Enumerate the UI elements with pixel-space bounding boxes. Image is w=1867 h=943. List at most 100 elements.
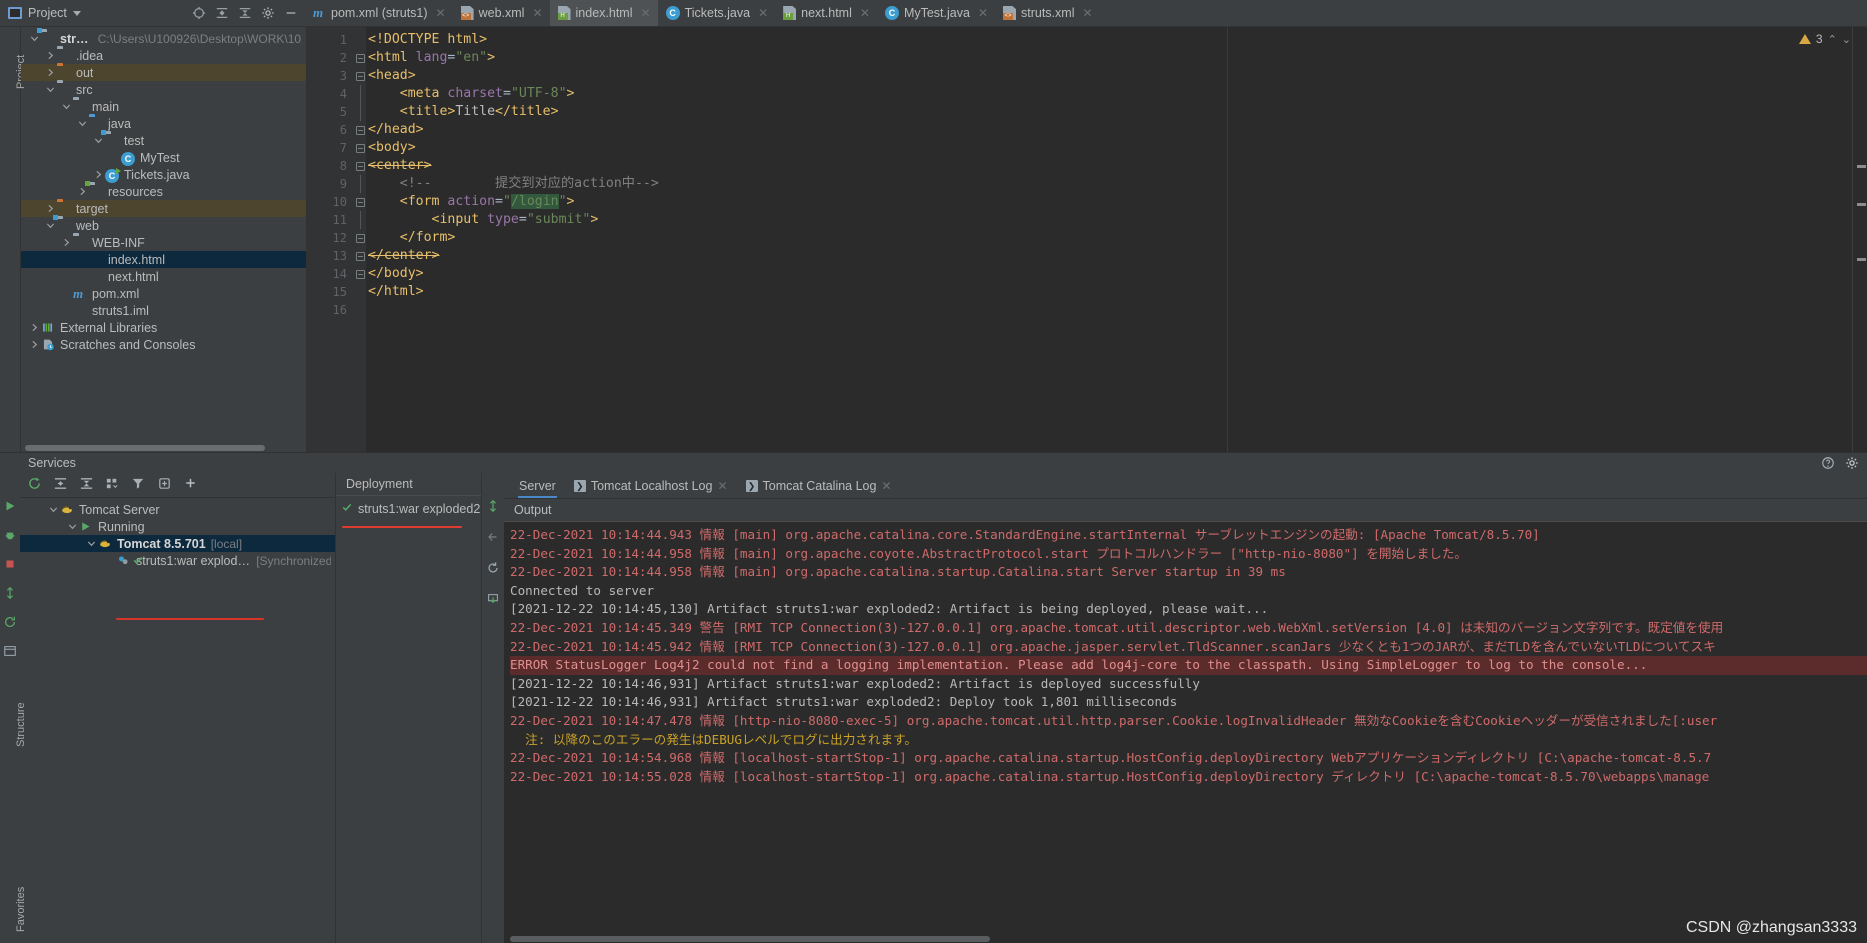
project-tree[interactable]: struts1 C:\Users\U100926\Desktop\WORK\10月… xyxy=(21,27,306,444)
inspection-widget[interactable]: 3 ⌃ ⌄ xyxy=(1798,32,1851,46)
project-tree-item-pom-xml[interactable]: m pom.xml xyxy=(21,285,306,302)
locate-icon[interactable] xyxy=(192,6,206,20)
chevron-down-icon[interactable] xyxy=(67,521,78,532)
code-line[interactable]: <form action="/login"> xyxy=(366,193,1852,211)
editor-tab-struts-xml[interactable]: <> struts.xml ✕ xyxy=(995,0,1100,26)
stop-icon[interactable] xyxy=(3,557,17,574)
project-tree-item-index-html[interactable]: Hindex.html xyxy=(21,251,306,268)
settings-gear-icon[interactable] xyxy=(1845,456,1859,473)
project-tree-item--idea[interactable]: .idea xyxy=(21,47,306,64)
chevron-down-icon[interactable] xyxy=(77,118,88,129)
chevron-down-icon[interactable] xyxy=(61,101,72,112)
code-folding-column[interactable] xyxy=(354,27,366,452)
redeploy-icon[interactable] xyxy=(3,615,17,632)
deployment-item[interactable]: struts1:war exploded2 xyxy=(336,500,481,517)
chevron-down-icon[interactable] xyxy=(72,10,81,16)
close-icon[interactable]: ✕ xyxy=(758,6,768,20)
chevron-right-icon[interactable] xyxy=(77,186,88,197)
close-icon[interactable]: ✕ xyxy=(641,6,651,20)
services-tree-item-tomcat-8-5-701[interactable]: Tomcat 8.5.701 [local] xyxy=(20,535,335,552)
services-tree-item-running[interactable]: Running xyxy=(20,518,335,535)
code-line[interactable] xyxy=(366,301,1852,319)
chevron-down-icon[interactable] xyxy=(45,220,56,231)
fold-marker[interactable] xyxy=(354,49,366,67)
console-hscrollbar[interactable] xyxy=(504,935,1853,943)
fold-marker[interactable] xyxy=(354,193,366,211)
close-icon[interactable]: ✕ xyxy=(1082,6,1092,20)
collapse-all-icon[interactable] xyxy=(79,476,94,494)
output-tab-server[interactable]: Server xyxy=(510,473,565,498)
chevron-down-icon[interactable] xyxy=(48,504,59,515)
fold-marker[interactable] xyxy=(354,265,366,283)
back-arrow-icon[interactable] xyxy=(486,530,500,547)
editor-tab-pom-xml[interactable]: m pom.xml (struts1) ✕ xyxy=(305,0,453,26)
project-tree-item-main[interactable]: main xyxy=(21,98,306,115)
project-tree-item-target[interactable]: target xyxy=(21,200,306,217)
chevron-down-icon[interactable]: ⌄ xyxy=(1842,33,1851,46)
code-line[interactable]: </body> xyxy=(366,265,1852,283)
project-tree-item-struts1[interactable]: struts1 C:\Users\U100926\Desktop\WORK\10月… xyxy=(21,27,306,47)
close-icon[interactable]: ✕ xyxy=(717,479,727,493)
chevron-right-icon[interactable] xyxy=(61,237,72,248)
code-line[interactable]: </html> xyxy=(366,283,1852,301)
fold-marker[interactable] xyxy=(354,121,366,139)
add-icon[interactable] xyxy=(183,476,198,494)
project-tree-item-web-inf[interactable]: WEB-INF xyxy=(21,234,306,251)
close-icon[interactable]: ✕ xyxy=(978,6,988,20)
rerun-icon[interactable] xyxy=(27,476,42,494)
settings-gear-icon[interactable] xyxy=(261,6,275,20)
code-line[interactable]: <!-- 提交到对应的action中--> xyxy=(366,175,1852,193)
code-line[interactable]: </center> xyxy=(366,247,1852,265)
chevron-right-icon[interactable] xyxy=(45,50,56,61)
restart-icon[interactable] xyxy=(486,561,500,578)
run-icon[interactable] xyxy=(3,499,17,516)
group-by-icon[interactable] xyxy=(105,476,120,494)
code-line[interactable]: <meta charset="UTF-8"> xyxy=(366,85,1852,103)
chevron-down-icon[interactable] xyxy=(29,33,40,44)
chevron-right-icon[interactable] xyxy=(45,67,56,78)
update-app-icon[interactable] xyxy=(3,586,17,603)
project-tree-item-tickets-java[interactable]: C Tickets.java xyxy=(21,166,306,183)
editor-tab-next-html[interactable]: H next.html ✕ xyxy=(775,0,877,26)
close-icon[interactable]: ✕ xyxy=(532,6,542,20)
project-tree-item-mytest[interactable]: C MyTest xyxy=(21,149,306,166)
project-tree-item-web[interactable]: web xyxy=(21,214,306,234)
output-tab-localhost-log[interactable]: ❯ Tomcat Localhost Log ✕ xyxy=(565,473,737,498)
chevron-right-icon[interactable] xyxy=(29,339,40,350)
project-tree-item-java[interactable]: java xyxy=(21,115,306,132)
chevron-right-icon[interactable] xyxy=(93,169,104,180)
add-frame-icon[interactable] xyxy=(157,476,172,494)
close-icon[interactable]: ✕ xyxy=(436,6,446,20)
editor-tab-tickets-java[interactable]: C Tickets.java ✕ xyxy=(658,0,776,26)
project-tree-item-test[interactable]: test xyxy=(21,129,306,149)
project-tree-item-struts1-iml[interactable]: struts1.iml xyxy=(21,302,306,319)
chevron-down-icon[interactable] xyxy=(93,135,104,146)
project-tree-hscrollbar[interactable] xyxy=(21,444,306,452)
project-tree-item-next-html[interactable]: Hnext.html xyxy=(21,268,306,285)
deployment-list[interactable]: struts1:war exploded2 xyxy=(336,496,481,943)
error-stripe-marker-bar[interactable] xyxy=(1852,27,1867,452)
fold-marker[interactable] xyxy=(354,229,366,247)
expand-all-icon[interactable] xyxy=(53,476,68,494)
browser-icon[interactable] xyxy=(3,644,17,661)
project-tree-item-out[interactable]: out xyxy=(21,64,306,81)
code-line[interactable]: <head> xyxy=(366,67,1852,85)
editor-tab-mytest-java[interactable]: C MyTest.java ✕ xyxy=(877,0,995,26)
fold-marker[interactable] xyxy=(354,247,366,265)
output-tab-catalina-log[interactable]: ❯ Tomcat Catalina Log ✕ xyxy=(737,473,901,498)
code-line[interactable]: <!DOCTYPE html> xyxy=(366,31,1852,49)
debug-icon[interactable] xyxy=(3,528,17,545)
scroll-to-end-icon[interactable] xyxy=(486,592,500,609)
project-tree-item-scratches-and-consoles[interactable]: Scratches and Consoles xyxy=(21,336,306,353)
expand-all-icon[interactable] xyxy=(215,6,229,20)
close-icon[interactable]: ✕ xyxy=(881,479,891,493)
close-icon[interactable]: ✕ xyxy=(860,6,870,20)
chevron-right-icon[interactable] xyxy=(29,322,40,333)
update-app-icon[interactable] xyxy=(486,499,500,516)
project-tree-item-resources[interactable]: resources xyxy=(21,180,306,200)
chevron-right-icon[interactable] xyxy=(45,203,56,214)
fold-marker[interactable] xyxy=(354,139,366,157)
hide-panel-icon[interactable] xyxy=(284,6,298,20)
code-line[interactable]: <body> xyxy=(366,139,1852,157)
console-output[interactable]: 22-Dec-2021 10:14:44.943 情報 [main] org.a… xyxy=(504,522,1867,943)
